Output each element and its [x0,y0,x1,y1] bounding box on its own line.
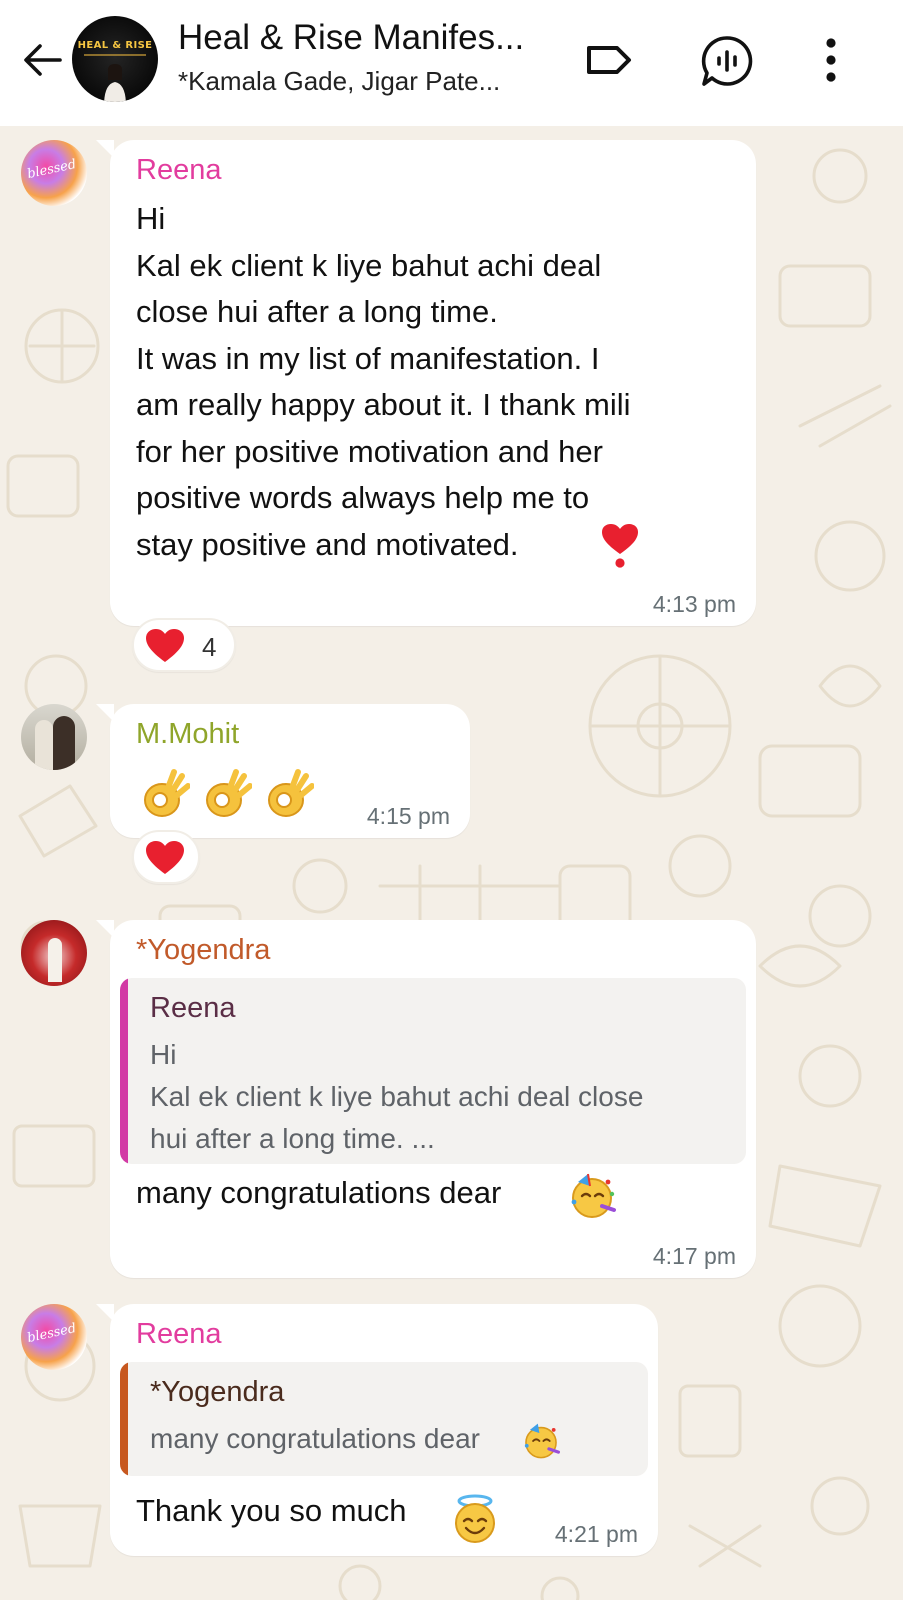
chat-members-subtitle[interactable]: *Kamala Gade, Jigar Pate... [178,66,500,97]
partying-face-emoji [571,1173,616,1218]
message-sender[interactable]: Reena [136,154,221,187]
avatar-reena[interactable]: blessed [21,140,87,206]
voice-chat-icon[interactable] [700,34,754,88]
arrow-left-icon[interactable] [20,38,64,82]
label-tag-icon[interactable] [584,42,634,78]
avatar-reena-text: blessed [25,1321,78,1346]
heart-exclamation-emoji [602,524,638,568]
message-time: 4:17 pm [652,1243,736,1269]
message-text: Hi Kal ek client k liye bahut achi deal … [136,201,631,562]
avatar-reena-text: blessed [25,157,78,182]
quoted-sender: Reena [150,992,236,1024]
reaction-count: 4 [202,632,217,662]
ok-hand-emoji [206,769,252,817]
message-time: 4:21 pm [554,1521,638,1547]
message-text: Thank you so much [136,1493,407,1528]
red-heart-emoji [146,629,184,662]
message-bubble[interactable]: *Yogendra Reena Hi Kal ek client k liye … [96,920,756,1278]
message-sender[interactable]: M.Mohit [136,718,239,751]
quoted-sender: *Yogendra [150,1376,285,1408]
ok-hand-emoji [144,769,190,817]
ok-hand-emoji [268,769,314,817]
group-avatar-logo-text: HEAL & RISE [77,40,153,51]
quoted-message[interactable]: *Yogendra many congratulations dear [120,1362,648,1476]
avatar-yogendra[interactable] [21,920,87,986]
person-photo-icon [104,64,126,102]
quoted-text: many congratulations dear [150,1423,480,1454]
message-time: 4:13 pm [652,591,736,617]
quoted-message[interactable]: Reena Hi Kal ek client k liye bahut achi… [120,978,746,1164]
reaction-pill[interactable] [132,830,200,884]
message-sender[interactable]: *Yogendra [136,934,270,967]
chat-area[interactable]: blessed Reena Hi Kal ek client k liye ba… [0,126,903,1600]
partying-face-emoji [524,1423,560,1459]
group-avatar[interactable]: HEAL & RISE [72,16,158,102]
message-bubble[interactable]: Reena Hi Kal ek client k liye bahut achi… [96,140,756,626]
message-bubble[interactable]: Reena *Yogendra many congratulations dea… [96,1304,658,1556]
reaction-pill[interactable]: 4 [132,618,236,672]
avatar-reena[interactable]: blessed [21,1304,87,1370]
message-time: 4:15 pm [366,803,450,829]
message-bubble[interactable]: M.Mohit 4:15 pm [96,704,470,838]
smiling-face-with-halo-emoji [455,1494,495,1543]
avatar-mohit[interactable] [21,704,87,770]
chat-title[interactable]: Heal & Rise Manifes... [178,18,524,58]
message-text: many congratulations dear [136,1175,502,1210]
more-vertical-icon[interactable] [818,36,844,84]
message-sender[interactable]: Reena [136,1318,221,1351]
quoted-text: Hi Kal ek client k liye bahut achi deal … [150,1039,644,1154]
chat-header: HEAL & RISE Heal & Rise Manifes... *Kama… [0,0,903,126]
red-heart-emoji [146,841,184,874]
